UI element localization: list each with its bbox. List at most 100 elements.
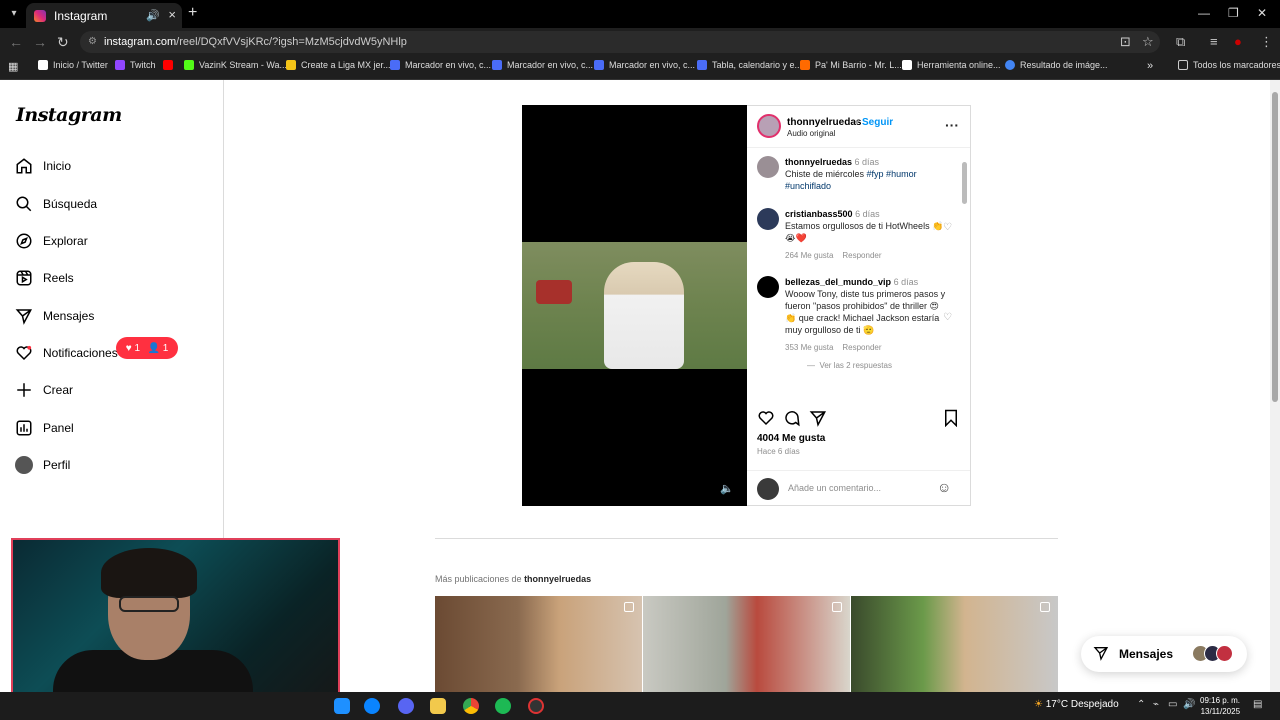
instagram-logo[interactable]: Instagram [16, 104, 122, 126]
tray-network-icon[interactable]: ⌁ [1153, 699, 1159, 710]
caption-user[interactable]: thonnyelruedas [785, 157, 852, 167]
bookmark-3[interactable]: VazinK Stream - Wa... [184, 60, 287, 70]
caption-avatar[interactable] [757, 156, 779, 178]
nav-explorar[interactable]: Explorar [14, 229, 88, 253]
media-control-icon[interactable]: ≡ [1210, 34, 1218, 49]
close-window-icon[interactable]: ✕ [1257, 6, 1267, 20]
bookmark-6[interactable]: Marcador en vivo, c... [492, 60, 593, 70]
page-scrollbar[interactable] [1270, 80, 1280, 692]
restore-icon[interactable]: ❐ [1228, 6, 1239, 20]
obs-icon[interactable] [528, 698, 544, 714]
post-thumbnail-2[interactable] [643, 596, 850, 692]
jersey-icon [286, 60, 296, 70]
tab-audio-icon[interactable]: 🔊 [146, 9, 160, 22]
more-options-icon[interactable]: ··· [945, 117, 959, 133]
nav-crear[interactable]: Crear [14, 378, 73, 402]
comment-likes[interactable]: 264 Me gusta [785, 251, 833, 260]
apps-icon[interactable]: ▦ [8, 60, 18, 73]
bookmark-8[interactable]: Tabla, calendario y e... [697, 60, 802, 70]
bookmark-7[interactable]: Marcador en vivo, c... [594, 60, 695, 70]
extensions-icon[interactable]: ⧉ [1176, 34, 1185, 50]
commenter-avatar[interactable] [757, 208, 779, 230]
comment-input[interactable]: Añade un comentario... [788, 483, 881, 493]
spotify-icon[interactable] [495, 698, 511, 714]
bookmark-11[interactable]: Resultado de imáge... [1005, 60, 1108, 70]
menu-icon[interactable]: ⋮ [1260, 34, 1273, 50]
chrome-icon[interactable] [463, 698, 479, 714]
comment-user[interactable]: bellezas_del_mundo_vip [785, 277, 891, 287]
all-bookmarks[interactable]: Todos los marcadores [1178, 60, 1280, 70]
install-app-icon[interactable]: ⊡ [1120, 34, 1131, 50]
tray-volume-icon[interactable]: 🔊 [1183, 699, 1195, 710]
notifications-icon[interactable]: ▤ [1253, 699, 1262, 710]
bookmark-2[interactable] [163, 60, 178, 70]
notification-badge[interactable]: ♥ 1 👤 1 [116, 337, 178, 359]
tab-search-icon[interactable]: ▾ [6, 6, 22, 22]
reel-video[interactable]: 🔈 [522, 105, 747, 506]
caption-text: Chiste de miércoles [785, 169, 867, 179]
taskbar-app-icon[interactable] [334, 698, 350, 714]
bookmark-star-icon[interactable]: ☆ [1142, 34, 1154, 50]
author-avatar[interactable] [757, 114, 781, 138]
audio-link[interactable]: Audio original [787, 129, 835, 138]
discord-icon[interactable] [398, 698, 414, 714]
video-car [536, 280, 572, 304]
comments-scrollbar[interactable] [961, 152, 967, 398]
view-replies[interactable]: Ver las 2 respuestas [819, 361, 891, 370]
reply-button[interactable]: Responder [842, 251, 881, 260]
nav-reels[interactable]: Reels [14, 266, 74, 290]
like-comment-icon[interactable]: ♡ [943, 222, 952, 234]
nav-perfil[interactable]: Perfil [14, 453, 70, 477]
nav-inicio[interactable]: Inicio [14, 154, 71, 178]
save-icon[interactable] [943, 409, 959, 432]
volume-icon[interactable]: 🔈 [720, 482, 734, 495]
tray-display-icon[interactable]: ▭ [1168, 699, 1177, 710]
bookmark-4[interactable]: Create a Liga MX jer... [286, 60, 391, 70]
author-username[interactable]: thonnyelruedas [787, 117, 861, 128]
new-tab-button[interactable]: + [188, 4, 197, 22]
bookmark-5[interactable]: Marcador en vivo, c... [390, 60, 491, 70]
bookmark-1[interactable]: Twitch [115, 60, 156, 70]
edge-icon[interactable] [364, 698, 380, 714]
forward-icon[interactable]: → [33, 34, 47, 50]
system-clock[interactable]: 09:16 p. m. 13/11/2025 [1200, 695, 1240, 717]
reel-indicator-icon [624, 602, 634, 612]
share-icon[interactable] [809, 409, 827, 432]
like-comment-icon[interactable]: ♡ [943, 312, 952, 324]
nav-panel[interactable]: Panel [14, 416, 74, 440]
minimize-icon[interactable]: — [1198, 6, 1210, 20]
more-posts-user[interactable]: thonnyelruedas [524, 574, 591, 584]
nav-notificaciones[interactable]: Notificaciones [14, 341, 118, 365]
bookmark-10[interactable]: Herramienta online... [902, 60, 1001, 70]
post-thumbnail-1[interactable] [435, 596, 642, 692]
comment-icon[interactable] [783, 409, 801, 432]
nav-busqueda[interactable]: Búsqueda [14, 192, 97, 216]
weather-widget[interactable]: ☀ 17°C Despejado [1034, 699, 1119, 710]
page-scroll-thumb[interactable] [1272, 92, 1278, 402]
reload-icon[interactable]: ↻ [57, 34, 69, 51]
emoji-icon[interactable]: ☺ [937, 479, 951, 495]
file-explorer-icon[interactable] [430, 698, 446, 714]
back-icon[interactable]: ← [9, 34, 23, 50]
messages-pill[interactable]: Mensajes [1081, 636, 1247, 672]
post-thumbnail-3[interactable] [851, 596, 1058, 692]
tab-instagram[interactable]: Instagram 🔊 × [26, 3, 182, 28]
comment-likes[interactable]: 353 Me gusta [785, 343, 833, 352]
likes-count[interactable]: 4004 Me gusta [757, 433, 825, 444]
follow-button[interactable]: Seguir [862, 117, 893, 128]
commenter-avatar[interactable] [757, 276, 779, 298]
close-tab-icon[interactable]: × [168, 7, 176, 22]
like-icon[interactable] [757, 409, 775, 432]
site-info-icon[interactable]: ⚙ [88, 31, 97, 53]
comment-user[interactable]: cristianbass500 [785, 209, 853, 219]
url-field[interactable]: ⚙ instagram.com/reel/DQxfVVsjKRc/?igsh=Mz… [80, 31, 1160, 53]
reply-button[interactable]: Responder [842, 343, 881, 352]
nav-mensajes[interactable]: Mensajes [14, 304, 94, 328]
tray-expand-icon[interactable]: ⌃ [1137, 699, 1145, 710]
browser-tab-strip: ▾ Instagram 🔊 × + — ❐ ✕ [0, 0, 1280, 28]
profile-icon[interactable]: ● [1234, 34, 1242, 49]
more-bookmarks-icon[interactable]: » [1147, 60, 1153, 72]
bookmark-9[interactable]: Pa' Mi Barrio - Mr. L... [800, 60, 902, 70]
bookmark-0[interactable]: Inicio / Twitter [38, 60, 108, 70]
comments-scroll-thumb[interactable] [962, 162, 967, 204]
